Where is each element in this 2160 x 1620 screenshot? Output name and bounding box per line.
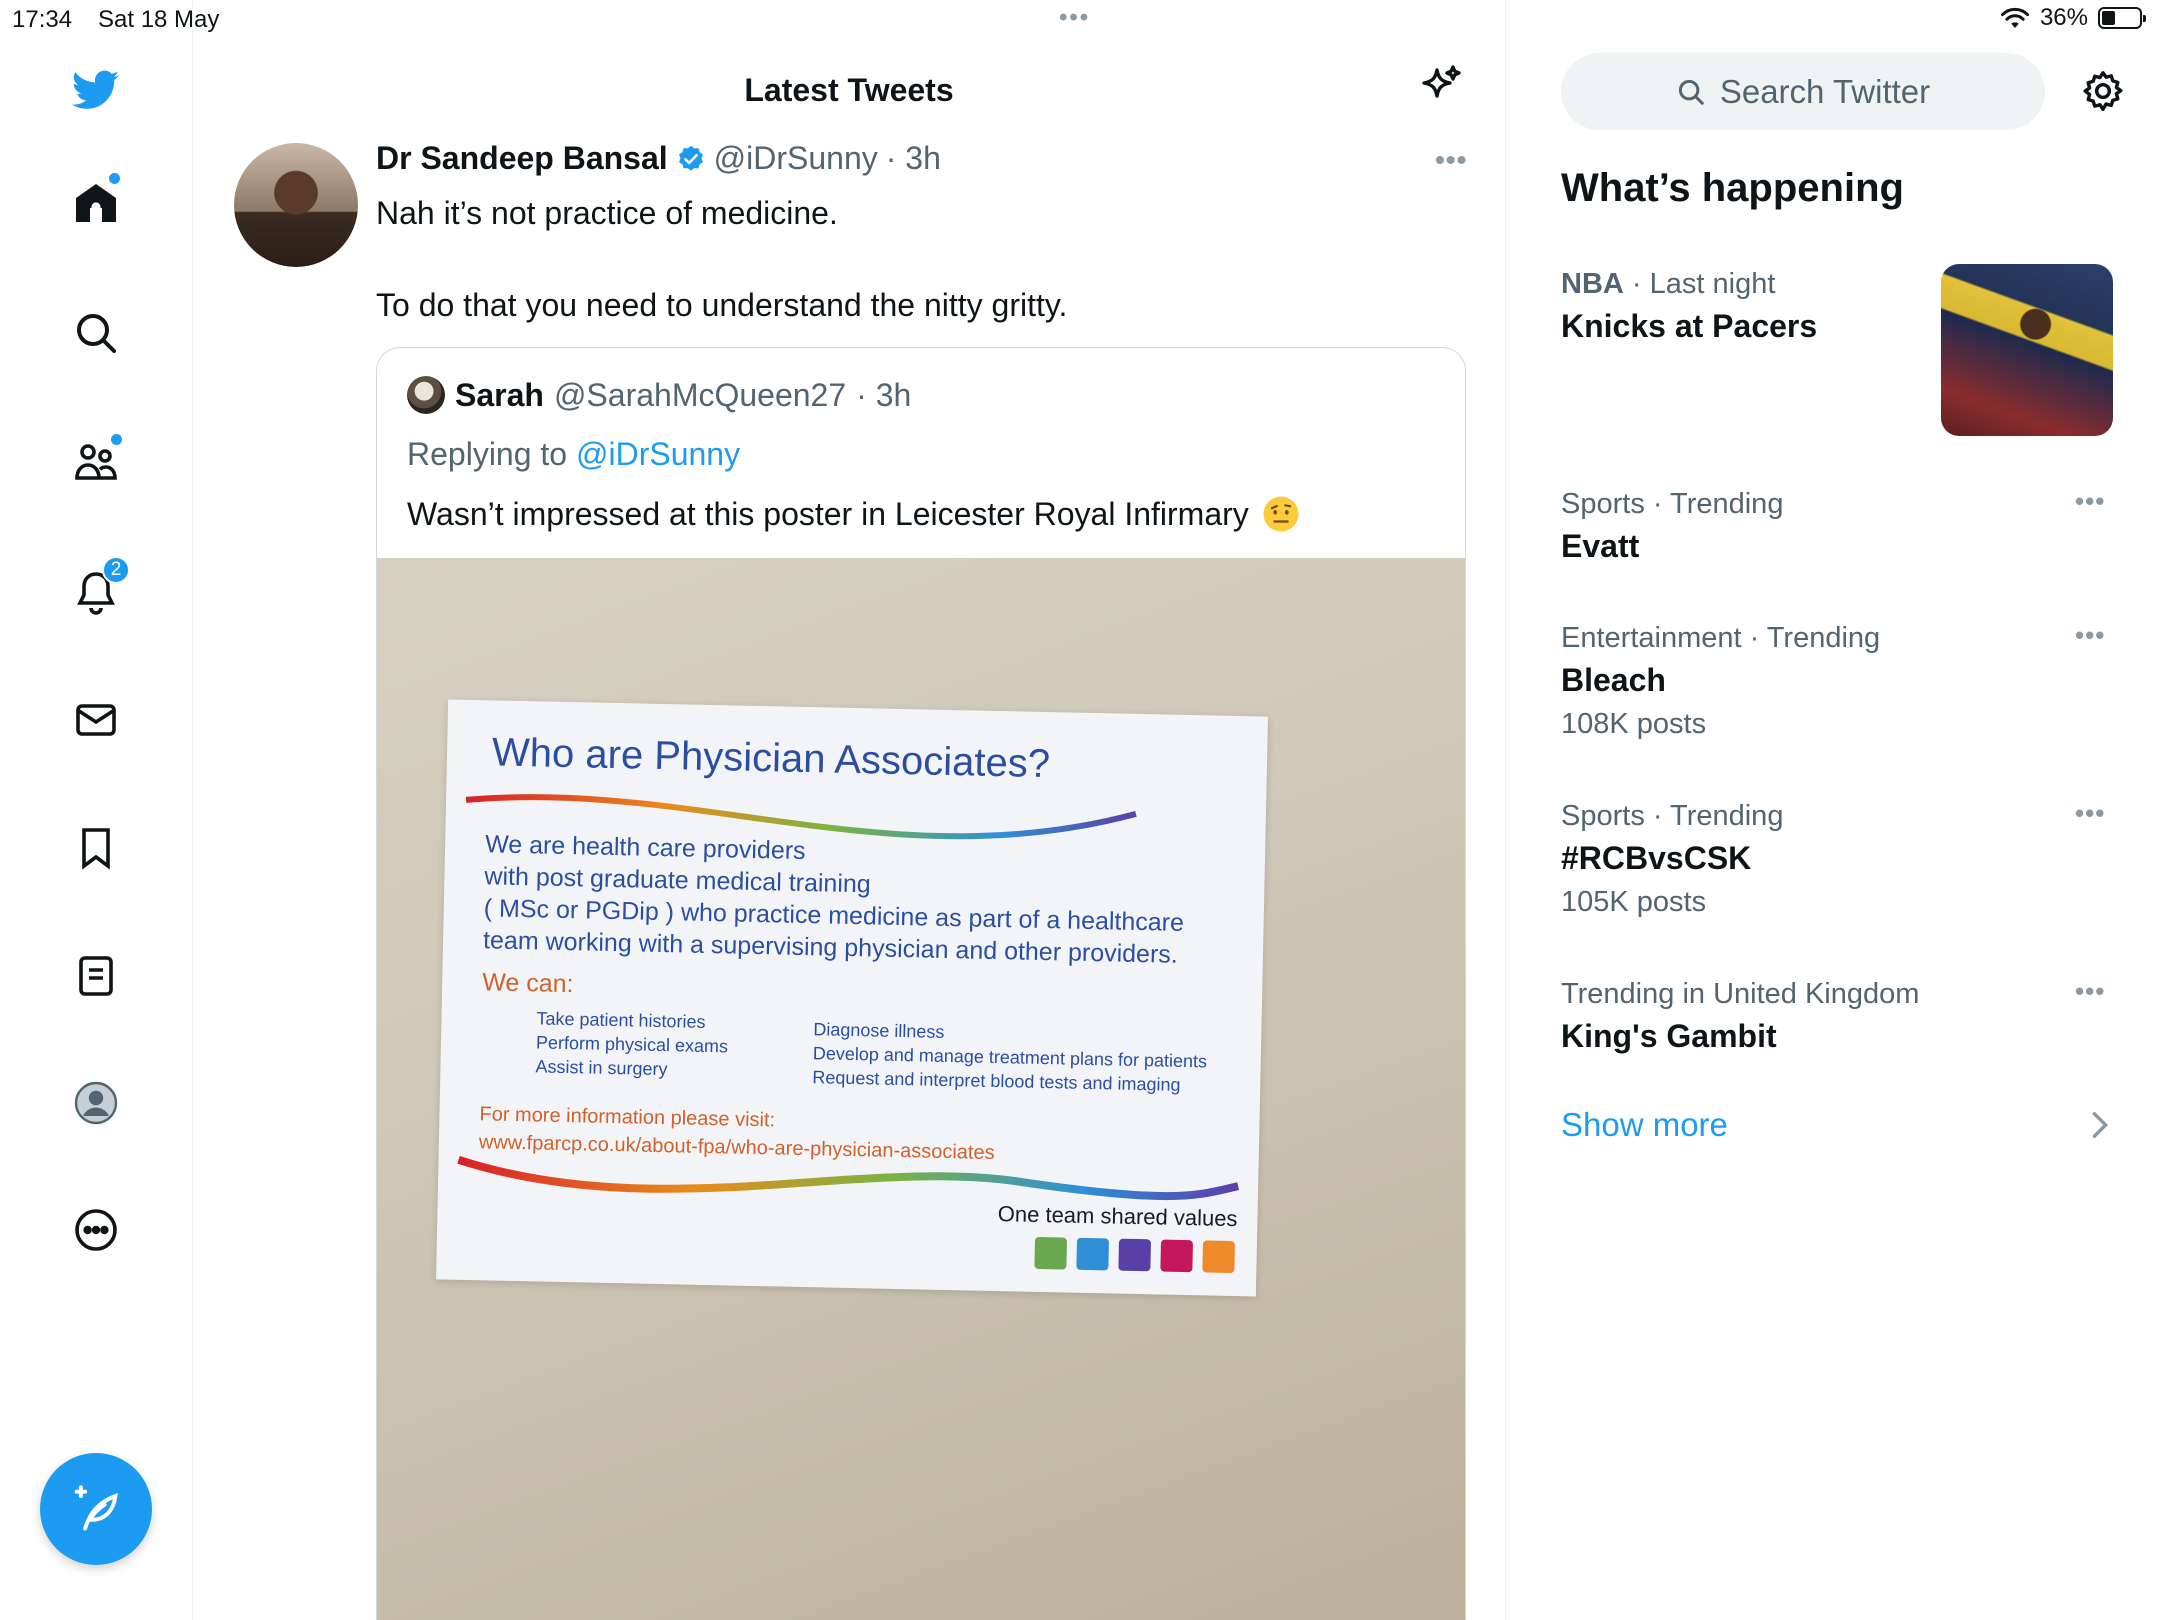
trend-more-icon[interactable]: ••• [2075,486,2105,517]
trend-item[interactable]: Sports · Trending Evatt [1561,484,2121,568]
poster-title: Who are Physician Associates? [491,730,1051,787]
trend-meta: Sports · Trending [1561,488,1784,520]
timeline: Latest Tweets Dr Sandeep Bansal @iDrSunn… [193,0,1506,1620]
compose-tweet-button[interactable] [40,1453,152,1565]
trend-more-icon[interactable]: ••• [2075,976,2105,1007]
quote-author-avatar [407,376,445,414]
more-options-icon[interactable] [56,1190,136,1270]
notifications-badge: 2 [102,556,130,584]
trend-more-icon[interactable]: ••• [2075,798,2105,829]
trend-category: NBA [1561,268,1624,300]
status-indicators: 36% [2000,4,2146,32]
poster-list-left: Take patient histories Perform physical … [535,1006,729,1082]
quote-text-body: Wasn’t impressed at this poster in Leice… [407,495,1249,532]
author-name[interactable]: Dr Sandeep Bansal [376,140,668,177]
raised-eyebrow-emoji-icon [1263,496,1299,532]
poster-value-icons [1034,1236,1235,1274]
profile-avatar-icon[interactable] [56,1063,136,1143]
trend-name: #RCBvsCSK [1561,840,1752,876]
tweet-more-icon[interactable]: ••• [1435,144,1467,176]
trend-meta: Entertainment · Trending [1561,622,1881,654]
verified-badge-icon [678,145,703,171]
author-handle[interactable]: @iDrSunny [714,140,878,177]
trend-meta: Sports · Trending [1561,800,1784,832]
chevron-right-icon[interactable] [2088,1110,2112,1140]
replying-to: Replying to @iDrSunny [407,436,740,473]
trend-meta: Trending in United Kingdom [1561,978,1920,1010]
wifi-icon [2000,7,2029,28]
show-more-link[interactable]: Show more [1561,1106,1728,1144]
trend-name: King's Gambit [1561,1018,1777,1054]
bookmarks-icon[interactable] [56,808,136,888]
trend-item[interactable]: Trending in United Kingdom King's Gambit [1561,974,2121,1058]
trend-meta-text: · Last night [1631,268,1776,300]
poster-list-item: Assist in surgery [535,1056,668,1080]
home-unread-dot [109,173,120,184]
poster-shared-values: One team shared values [997,1201,1238,1232]
communities-unread-dot [111,434,122,445]
trend-item[interactable]: Sports · Trending #RCBvsCSK 105K posts [1561,796,2121,924]
quote-header: Sarah @SarahMcQueen27 · 3h [407,376,911,414]
quote-author-handle: @SarahMcQueen27 [553,376,847,413]
sparkle-icon[interactable] [1417,62,1465,110]
search-icon [1678,79,1704,105]
tweet-text-line: To do that you need to understand the ni… [376,287,1068,323]
tweet-text-line: Nah it’s not practice of medicine. [376,195,838,231]
poster-list-right: Diagnose illness Develop and manage trea… [812,1017,1208,1097]
value-icon [1076,1237,1110,1271]
trend-more-icon[interactable]: ••• [2075,620,2105,651]
settings-gear-icon[interactable] [2080,68,2126,114]
compose-feather-icon [74,1485,118,1531]
search-placeholder: Search Twitter [1719,72,1931,110]
page-title: Latest Tweets [744,72,954,108]
search-input[interactable]: Search Twitter [1561,53,2045,130]
trend-name: Evatt [1561,528,1640,564]
quote-author-name: Sarah [455,376,544,413]
value-icon [1034,1236,1068,1270]
trend-thumbnail[interactable] [1941,264,2113,436]
tweet-header: Dr Sandeep Bansal @iDrSunny · 3h [376,140,941,177]
poster-we-can: We can: [481,968,574,999]
quoted-tweet[interactable]: Sarah @SarahMcQueen27 · 3h Replying to @… [376,347,1466,1620]
notifications-icon[interactable]: 2 [56,552,136,632]
trend-name: Bleach [1561,662,1666,698]
side-nav: 2 [0,0,193,1620]
replying-handle-link[interactable]: @iDrSunny [576,436,740,472]
whats-happening-title: What’s happening [1561,166,1904,210]
tweet-time: · 3h [885,140,941,176]
poster: Who are Physician Associates? We are hea… [436,699,1268,1297]
trend-item[interactable]: Entertainment · Trending Bleach 108K pos… [1561,618,2121,746]
trend-count: 105K posts [1561,886,1707,918]
quote-text: Wasn’t impressed at this poster in Leice… [407,494,1301,534]
communities-icon[interactable] [56,422,136,502]
value-icon [1160,1239,1194,1273]
twitter-logo-icon[interactable] [56,50,136,130]
poster-paragraph: We are health care providers with post g… [483,828,1186,971]
quoted-tweet-photo[interactable]: Who are Physician Associates? We are hea… [377,558,1465,1620]
messages-icon[interactable] [56,680,136,760]
value-icon [1118,1238,1152,1272]
quote-time: · 3h [856,376,912,413]
battery-percent: 36% [2039,4,2088,31]
home-icon[interactable] [56,163,136,243]
value-icon [1202,1240,1235,1274]
replying-prefix: Replying to [407,436,568,472]
author-avatar[interactable] [234,143,358,267]
battery-icon [2098,7,2146,29]
trend-count: 108K posts [1561,708,1707,740]
lists-icon[interactable] [56,936,136,1016]
search-icon[interactable] [56,293,136,373]
